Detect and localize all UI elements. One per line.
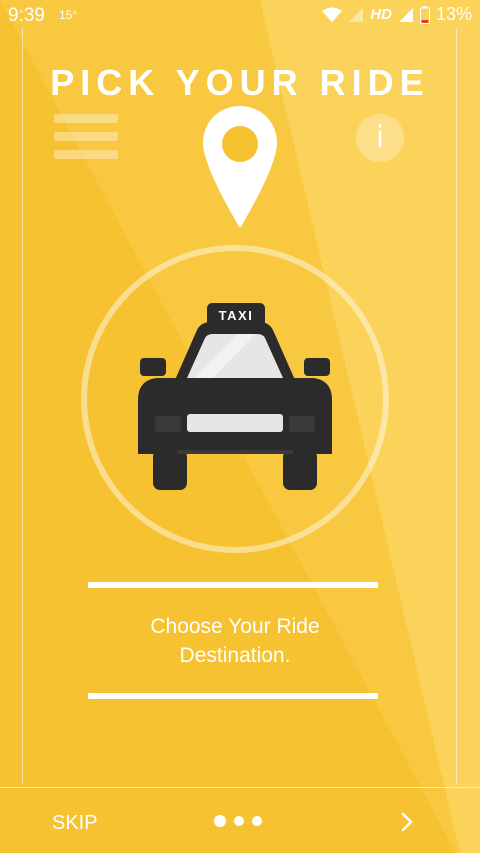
skip-button[interactable]: SKIP [52,812,98,835]
status-temperature: 15° [59,8,78,22]
signal-icon [398,7,413,22]
frame-line-right [456,28,457,785]
caption-line-1: Choose Your Ride [150,615,320,638]
menu-icon[interactable] [54,114,118,160]
wifi-icon [322,7,343,22]
frame-line-left [22,28,23,785]
taxi-icon: TAXI [138,303,332,490]
status-right: HD 13% [322,4,472,25]
info-icon[interactable]: i [356,114,404,162]
page-dot-3 [252,816,262,826]
chevron-right-icon[interactable] [397,810,417,834]
location-pin-icon [203,106,277,228]
divider-top [88,582,378,588]
caption-text: Choose Your Ride Destination. [90,612,380,670]
page-indicator [214,815,262,827]
page-dot-1 [214,815,226,827]
page-dot-2 [234,816,244,826]
battery-percent: 13% [435,4,472,24]
status-bar: 9:39 15° HD 13% [0,0,480,30]
caption-line-2: Destination. [179,644,291,667]
taxi-sign-label: TAXI [219,308,254,323]
signal-empty-icon [349,7,364,22]
bottom-bar: SKIP [0,787,480,853]
divider-bottom [88,693,378,699]
battery-low-icon [419,5,430,24]
page-title: PICK YOUR RIDE [50,62,430,103]
onboarding-screen: 9:39 15° HD 13% PICK YOUR RIDE i TAXI Ch… [0,0,480,853]
network-type-label: HD [370,6,392,23]
status-time: 9:39 [8,5,45,26]
